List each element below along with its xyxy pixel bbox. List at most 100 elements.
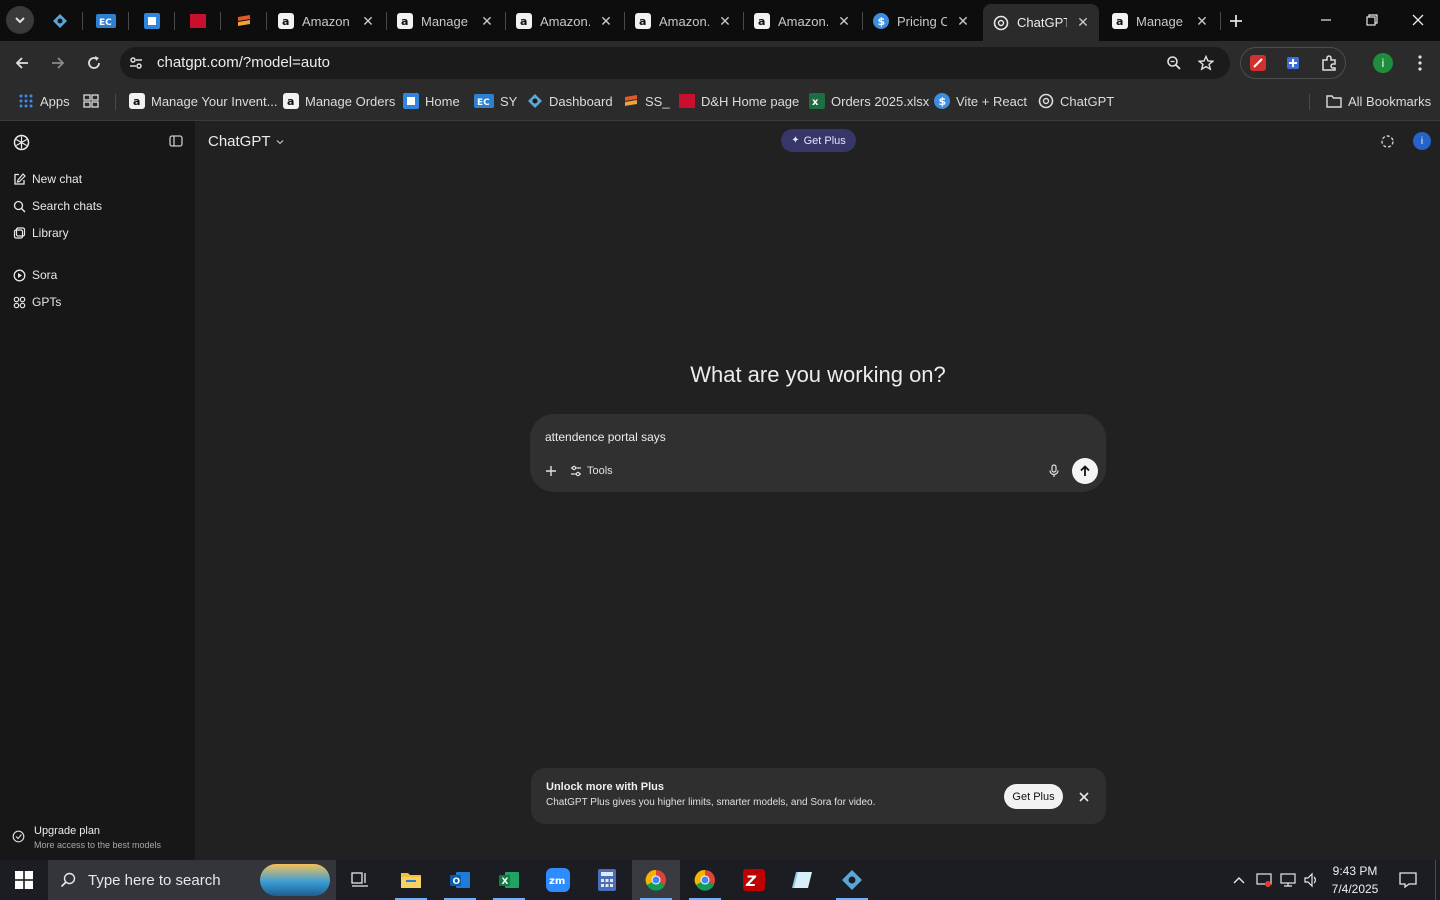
notification-center-button[interactable]	[1388, 860, 1428, 900]
bookmark-item[interactable]: a Manage Your Invent...	[129, 92, 277, 110]
user-avatar[interactable]: i	[1412, 131, 1432, 151]
tab-search-button[interactable]	[6, 6, 34, 34]
avatar: i	[1373, 53, 1393, 73]
folder-icon	[401, 873, 421, 888]
extension-button[interactable]	[1244, 49, 1272, 77]
taskbar-search-box[interactable]: Type here to search	[48, 860, 336, 900]
back-button[interactable]	[8, 49, 36, 77]
sidebar-item-search-chats[interactable]: Search chats	[12, 197, 102, 215]
bookmark-label: Manage Orders	[305, 93, 396, 109]
taskbar-app[interactable]	[779, 860, 827, 900]
show-hidden-icons-button[interactable]	[1228, 860, 1250, 900]
show-desktop-button[interactable]	[1435, 860, 1440, 900]
banner-subtitle: ChatGPT Plus gives you higher limits, sm…	[546, 797, 876, 808]
bookmark-item[interactable]: Home	[403, 92, 460, 110]
close-tab-icon[interactable]: ✕	[834, 11, 854, 31]
taskbar-chrome-active[interactable]	[632, 860, 680, 900]
extension-button[interactable]	[1279, 49, 1307, 77]
minimize-button[interactable]	[1303, 0, 1349, 40]
close-tab-icon[interactable]: ✕	[477, 11, 497, 31]
pinned-tab-home[interactable]	[139, 8, 165, 34]
new-tab-button[interactable]	[1223, 8, 1249, 34]
pinned-tab-dashboard[interactable]	[47, 8, 73, 34]
task-view-button[interactable]	[336, 860, 384, 900]
taskbar-calculator[interactable]	[583, 860, 631, 900]
taskbar-clock[interactable]: 9:43 PM 7/4/2025	[1325, 862, 1385, 898]
profile-button[interactable]: i	[1369, 49, 1397, 77]
prompt-composer[interactable]	[530, 414, 1106, 492]
browser-tab[interactable]: $ Pricing C ✕	[863, 6, 979, 36]
send-button[interactable]	[1072, 458, 1098, 484]
temporary-chat-button[interactable]	[1377, 131, 1397, 151]
taskbar-filezilla[interactable]: Z	[730, 860, 778, 900]
tray-volume-icon[interactable]	[1299, 860, 1323, 900]
close-window-button[interactable]	[1395, 0, 1440, 40]
apps-grid-icon	[18, 93, 34, 109]
browser-tab[interactable]: a Amazon. ✕	[506, 6, 622, 36]
forward-button[interactable]	[44, 49, 72, 77]
bookmark-item[interactable]: $ Vite + React	[934, 92, 1027, 110]
pinned-tab-dh[interactable]	[185, 8, 211, 34]
bookmark-item[interactable]: D&H Home page	[679, 92, 799, 110]
browser-tab[interactable]: a Manage ✕	[1102, 6, 1218, 36]
taskbar-file-explorer[interactable]	[387, 860, 435, 900]
taskbar-chrome-profile[interactable]	[681, 860, 729, 900]
close-sidebar-button[interactable]	[166, 131, 186, 151]
browser-menu-button[interactable]	[1406, 49, 1434, 77]
taskbar-app[interactable]	[828, 860, 876, 900]
zoom-button[interactable]	[1160, 49, 1188, 77]
bookmark-apps[interactable]: Apps	[18, 92, 70, 110]
svg-text:$: $	[878, 15, 886, 28]
browser-tab[interactable]: a Manage ✕	[387, 6, 503, 36]
svg-text:Z: Z	[745, 874, 757, 890]
excel-favicon: x	[809, 93, 825, 109]
sidebar-item-sora[interactable]: Sora	[12, 266, 57, 284]
sidebar-item-library[interactable]: Library	[12, 224, 69, 242]
page-title: What are you working on?	[690, 362, 946, 387]
model-selector[interactable]: ChatGPT	[208, 133, 285, 150]
bookmark-item[interactable]: SS_	[623, 92, 670, 110]
openai-logo-button[interactable]	[11, 132, 31, 152]
pinned-tab-ss[interactable]	[231, 8, 257, 34]
browser-tab-active[interactable]: ChatGPT ✕	[983, 4, 1099, 41]
bookmark-item[interactable]: a Manage Orders	[283, 92, 395, 110]
taskbar-excel[interactable]: X	[485, 860, 533, 900]
browser-tab[interactable]: a Amazon ✕	[268, 6, 384, 36]
close-tab-icon[interactable]: ✕	[1192, 11, 1212, 31]
bookmark-item[interactable]: EC SY	[474, 92, 517, 110]
bookmark-item[interactable]: Dashboard	[527, 92, 613, 110]
browser-tab[interactable]: a Amazon. ✕	[625, 6, 741, 36]
start-button[interactable]	[0, 860, 48, 900]
sidebar-item-gpts[interactable]: GPTs	[12, 293, 61, 311]
tray-security-icon[interactable]	[1252, 860, 1276, 900]
extensions-menu-button[interactable]	[1315, 49, 1343, 77]
reload-button[interactable]	[80, 49, 108, 77]
tray-network-icon[interactable]	[1276, 860, 1300, 900]
site-info-button[interactable]	[123, 49, 149, 77]
close-tab-icon[interactable]: ✕	[715, 11, 735, 31]
dictate-button[interactable]	[1044, 461, 1064, 481]
restore-button[interactable]	[1349, 0, 1395, 40]
close-tab-icon[interactable]: ✕	[1073, 13, 1093, 33]
sidebar-item-new-chat[interactable]: New chat	[12, 170, 82, 188]
all-bookmarks-button[interactable]: All Bookmarks	[1326, 92, 1431, 110]
close-tab-icon[interactable]: ✕	[596, 11, 616, 31]
prompt-input[interactable]: attendence portal says	[545, 430, 666, 444]
taskbar-outlook[interactable]: O	[436, 860, 484, 900]
pinned-tab-ec[interactable]: EC	[93, 8, 119, 34]
bookmark-item[interactable]: ChatGPT	[1038, 92, 1114, 110]
bookmark-item[interactable]: x Orders 2025.xlsx	[809, 92, 929, 110]
close-tab-icon[interactable]: ✕	[953, 11, 973, 31]
tools-button[interactable]: Tools	[570, 462, 613, 480]
close-tab-icon[interactable]: ✕	[358, 11, 378, 31]
model-selector-label: ChatGPT	[208, 133, 271, 150]
bookmark-star-button[interactable]	[1192, 49, 1220, 77]
dismiss-banner-button[interactable]	[1075, 788, 1093, 806]
get-plus-button[interactable]: ✦ Get Plus	[781, 129, 856, 152]
add-attachment-button[interactable]	[541, 461, 561, 481]
banner-get-plus-button[interactable]: Get Plus	[1004, 784, 1063, 809]
taskbar-zoom[interactable]: zm	[534, 860, 582, 900]
upgrade-plan-button[interactable]: Upgrade plan More access to the best mod…	[10, 823, 188, 853]
browser-tab[interactable]: a Amazon. ✕	[744, 6, 860, 36]
tab-groups-button[interactable]	[83, 92, 105, 110]
